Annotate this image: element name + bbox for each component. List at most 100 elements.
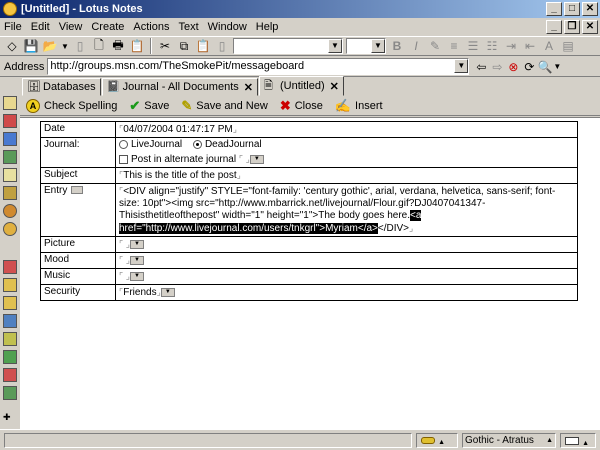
deadjournal-radio[interactable] xyxy=(192,139,202,149)
menu-actions[interactable]: Actions xyxy=(133,21,169,33)
livejournal-radio[interactable] xyxy=(119,139,128,149)
print-icon[interactable]: 🖶 xyxy=(110,38,126,54)
folder-icon[interactable] xyxy=(3,386,17,400)
menu-window[interactable]: Window xyxy=(208,21,247,33)
tab-label: Journal - All Documents xyxy=(122,81,239,93)
clipboard-icon[interactable]: 📋 xyxy=(129,38,145,54)
check-spelling-button[interactable]: A Check Spelling xyxy=(26,98,117,113)
menu-text[interactable]: Text xyxy=(178,21,198,33)
doc-close-button[interactable]: ✕ xyxy=(582,20,598,34)
chevron-down-icon[interactable]: ▼ xyxy=(553,59,561,75)
font-size-combo[interactable]: ▼ xyxy=(346,38,386,54)
menu-help[interactable]: Help xyxy=(256,21,279,33)
minimize-button[interactable]: _ xyxy=(546,2,562,16)
chevron-down-icon[interactable]: ▼ xyxy=(454,59,469,73)
undo-icon[interactable]: ▯ xyxy=(214,38,230,54)
folder-icon[interactable] xyxy=(3,314,17,328)
save-and-new-button[interactable]: ✎ Save and New xyxy=(181,98,267,114)
save-icon[interactable]: 💾 xyxy=(23,38,39,54)
status-indicator-box[interactable]: ▲ xyxy=(416,433,458,448)
status-inbox-box[interactable]: ▲ xyxy=(560,433,596,448)
alternate-journal-checkbox[interactable] xyxy=(119,154,128,164)
date-field[interactable]: ⌜04/07/2004 01:47:17 PM⌟ xyxy=(115,121,578,138)
address-input[interactable]: http://groups.msn.com/TheSmokePit/messag… xyxy=(47,58,470,75)
numbered-list-icon[interactable]: ☷ xyxy=(484,38,500,54)
diamond-icon[interactable]: ◇ xyxy=(4,38,20,54)
chevron-down-icon[interactable]: ▼ xyxy=(129,255,144,265)
doc-restore-button[interactable]: ❐ xyxy=(564,20,580,34)
back-icon[interactable]: ⇦ xyxy=(473,59,489,75)
bookmark-icon[interactable]: ▯ xyxy=(72,38,88,54)
align-icon[interactable]: ≡ xyxy=(446,38,462,54)
chevron-down-icon[interactable]: ▼ xyxy=(328,39,342,53)
chevron-down-icon[interactable]: ▼ xyxy=(371,39,385,53)
picture-field[interactable]: ⌜ ⌟ ▼ xyxy=(115,236,578,253)
insert-button[interactable]: ✍ Insert xyxy=(335,98,383,114)
menu-edit[interactable]: Edit xyxy=(31,21,50,33)
cut-icon[interactable]: ✂ xyxy=(157,38,173,54)
chevron-down-icon[interactable]: ▼ xyxy=(129,271,144,281)
replicator-icon[interactable] xyxy=(3,168,17,182)
mail-icon[interactable] xyxy=(3,96,17,110)
todo-icon[interactable] xyxy=(3,150,17,164)
favorites-icon[interactable] xyxy=(3,186,17,200)
chevron-down-icon[interactable]: ▼ xyxy=(160,287,175,297)
folder-icon[interactable] xyxy=(3,278,17,292)
stop-icon[interactable]: ⊗ xyxy=(505,59,521,75)
copy-icon[interactable]: ⧉ xyxy=(176,38,192,54)
mood-field[interactable]: ⌜ ⌟ ▼ xyxy=(115,252,578,269)
chevron-down-icon[interactable]: ▼ xyxy=(129,239,144,249)
highlight-icon[interactable]: ✎ xyxy=(427,38,443,54)
entry-field[interactable]: ⌜<DIV align="justify" STYLE="font-family… xyxy=(115,183,578,237)
save-button[interactable]: ✔ Save xyxy=(129,98,169,114)
bullet-list-icon[interactable]: ☰ xyxy=(465,38,481,54)
scroll-arrows-icon[interactable]: ✚ xyxy=(3,410,17,424)
indent-icon[interactable]: ⇥ xyxy=(503,38,519,54)
tab-journal-all-documents[interactable]: 📓 Journal - All Documents ✕ xyxy=(101,78,258,96)
alternate-journal-label: Post in alternate journal xyxy=(131,154,237,165)
tab-close-icon[interactable]: ✕ xyxy=(244,81,253,94)
text-color-icon[interactable]: A xyxy=(541,38,557,54)
folder-icon[interactable] xyxy=(3,350,17,364)
tab-databases[interactable]: 🗄 Databases xyxy=(22,78,101,96)
tab-untitled[interactable]: 🗎 (Untitled) ✕ xyxy=(258,76,344,96)
field-marker-icon: ⌜ ⌟ xyxy=(119,255,130,265)
folder-icon[interactable] xyxy=(3,368,17,382)
databases-icon[interactable] xyxy=(3,204,17,218)
refresh-icon[interactable]: ⟳ xyxy=(521,59,537,75)
calendar-icon[interactable] xyxy=(3,114,17,128)
entry-button[interactable] xyxy=(71,186,84,195)
bold-icon[interactable]: B xyxy=(389,38,405,54)
security-field[interactable]: ⌜Friends⌟ ▼ xyxy=(115,284,578,301)
menu-view[interactable]: View xyxy=(59,21,83,33)
outdent-icon[interactable]: ⇤ xyxy=(522,38,538,54)
folder-icon[interactable] xyxy=(3,296,17,310)
doc-minimize-button[interactable]: _ xyxy=(546,20,562,34)
chevron-down-icon[interactable]: ▼ xyxy=(249,154,264,164)
print-preview-icon[interactable]: 🗋 xyxy=(91,38,107,54)
open-folder-icon[interactable]: 📂 xyxy=(42,38,58,54)
address-book-icon[interactable] xyxy=(3,132,17,146)
italic-icon[interactable]: I xyxy=(408,38,424,54)
chevron-up-icon: ▲ xyxy=(582,440,589,447)
paste-icon[interactable]: 📋 xyxy=(195,38,211,54)
menu-create[interactable]: Create xyxy=(91,21,124,33)
maximize-button[interactable]: □ xyxy=(564,2,580,16)
web-icon[interactable] xyxy=(3,222,17,236)
forward-icon[interactable]: ⇨ xyxy=(489,59,505,75)
style-combo[interactable]: ▼ xyxy=(233,38,343,54)
tab-close-icon[interactable]: ✕ xyxy=(330,80,339,93)
subject-field[interactable]: ⌜This is the title of the post⌟ xyxy=(115,167,578,184)
window-title: [Untitled] - Lotus Notes xyxy=(21,3,143,15)
close-button[interactable]: ✖ Close xyxy=(280,98,323,114)
chevron-down-icon[interactable]: ▼ xyxy=(61,38,69,54)
address-dropdown[interactable]: ▼ xyxy=(454,59,469,74)
folder-icon[interactable] xyxy=(3,260,17,274)
search-icon[interactable]: 🔍 xyxy=(537,59,553,75)
music-field[interactable]: ⌜ ⌟ ▼ xyxy=(115,268,578,285)
menu-file[interactable]: File xyxy=(4,21,22,33)
folder-icon[interactable] xyxy=(3,332,17,346)
properties-icon[interactable]: ▤ xyxy=(560,38,576,54)
status-font-box[interactable]: Gothic - Atratus ▲ xyxy=(462,433,556,448)
close-window-button[interactable]: ✕ xyxy=(582,2,598,16)
